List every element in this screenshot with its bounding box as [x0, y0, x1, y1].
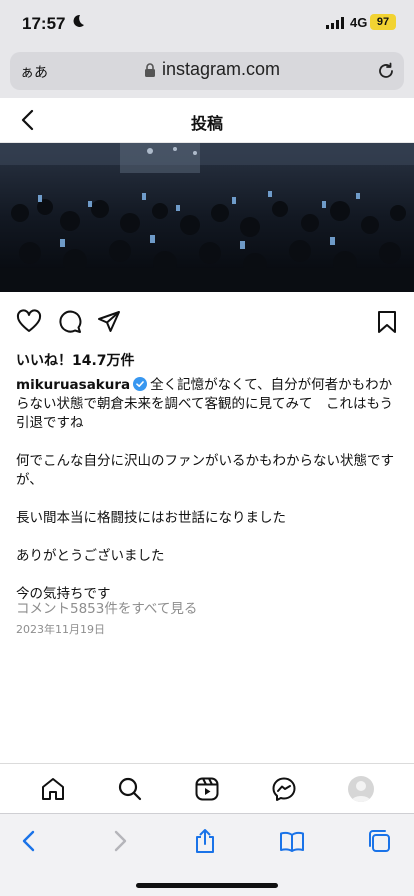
network-type: 4G: [350, 15, 368, 30]
page-title: 投稿: [190, 114, 223, 133]
username[interactable]: mikuruasakura: [16, 377, 130, 393]
search-icon[interactable]: [117, 776, 143, 802]
signal-icon: [326, 17, 344, 29]
home-indicator: [136, 883, 278, 888]
moon-icon: [73, 14, 84, 27]
post-image[interactable]: [0, 143, 414, 292]
view-all-comments-link[interactable]: コメント5853件をすべて見る: [16, 597, 197, 617]
safari-toolbar: [0, 813, 414, 896]
bookmarks-icon[interactable]: [279, 828, 305, 854]
forward-arrow-icon[interactable]: [106, 828, 132, 854]
caption-line-3: 長い間本当に格闘技にはお世話になりました: [16, 510, 286, 526]
status-time: 17:57: [22, 14, 66, 33]
profile-avatar[interactable]: [348, 776, 374, 802]
tabs-icon[interactable]: [366, 828, 392, 854]
caption-line-2: 何でこんな自分に沢山のファンがいるかもわからない状態ですが、: [16, 453, 394, 488]
post-date: 2023年11月19日: [16, 623, 105, 636]
caption-line-4: ありがとうございました: [16, 548, 165, 564]
text-size-button[interactable]: ぁあ: [20, 62, 48, 82]
messenger-icon[interactable]: [271, 776, 297, 802]
home-icon[interactable]: [40, 776, 66, 802]
battery-icon: 97: [370, 14, 396, 30]
lock-icon: [145, 63, 155, 77]
verified-badge-icon: [133, 377, 148, 391]
status-bar: 17:57 4G 97: [0, 0, 414, 48]
reload-icon[interactable]: [376, 61, 396, 81]
heart-icon[interactable]: [16, 309, 42, 335]
post-caption: mikuruasakura 全く記憶がなくて、自分が何者かもわからない状態で朝倉…: [16, 376, 400, 604]
share-icon[interactable]: [96, 309, 122, 335]
crowd-photo: [0, 143, 414, 292]
comment-icon[interactable]: [56, 309, 82, 335]
like-count[interactable]: いいね！14.7万件: [16, 350, 135, 370]
person-icon: [351, 781, 371, 802]
reels-icon[interactable]: [194, 776, 220, 802]
post-header: 投稿: [0, 98, 414, 143]
post-actions: [0, 302, 414, 342]
browser-top-chrome: 17:57 4G 97 ぁあ instagram.com: [0, 0, 414, 98]
instagram-bottom-nav: [0, 763, 414, 813]
address-bar[interactable]: ぁあ instagram.com: [10, 52, 404, 90]
url-text[interactable]: instagram.com: [162, 59, 280, 80]
share-sheet-icon[interactable]: [192, 828, 218, 854]
bookmark-icon[interactable]: [374, 309, 400, 335]
back-arrow-icon[interactable]: [17, 828, 43, 854]
